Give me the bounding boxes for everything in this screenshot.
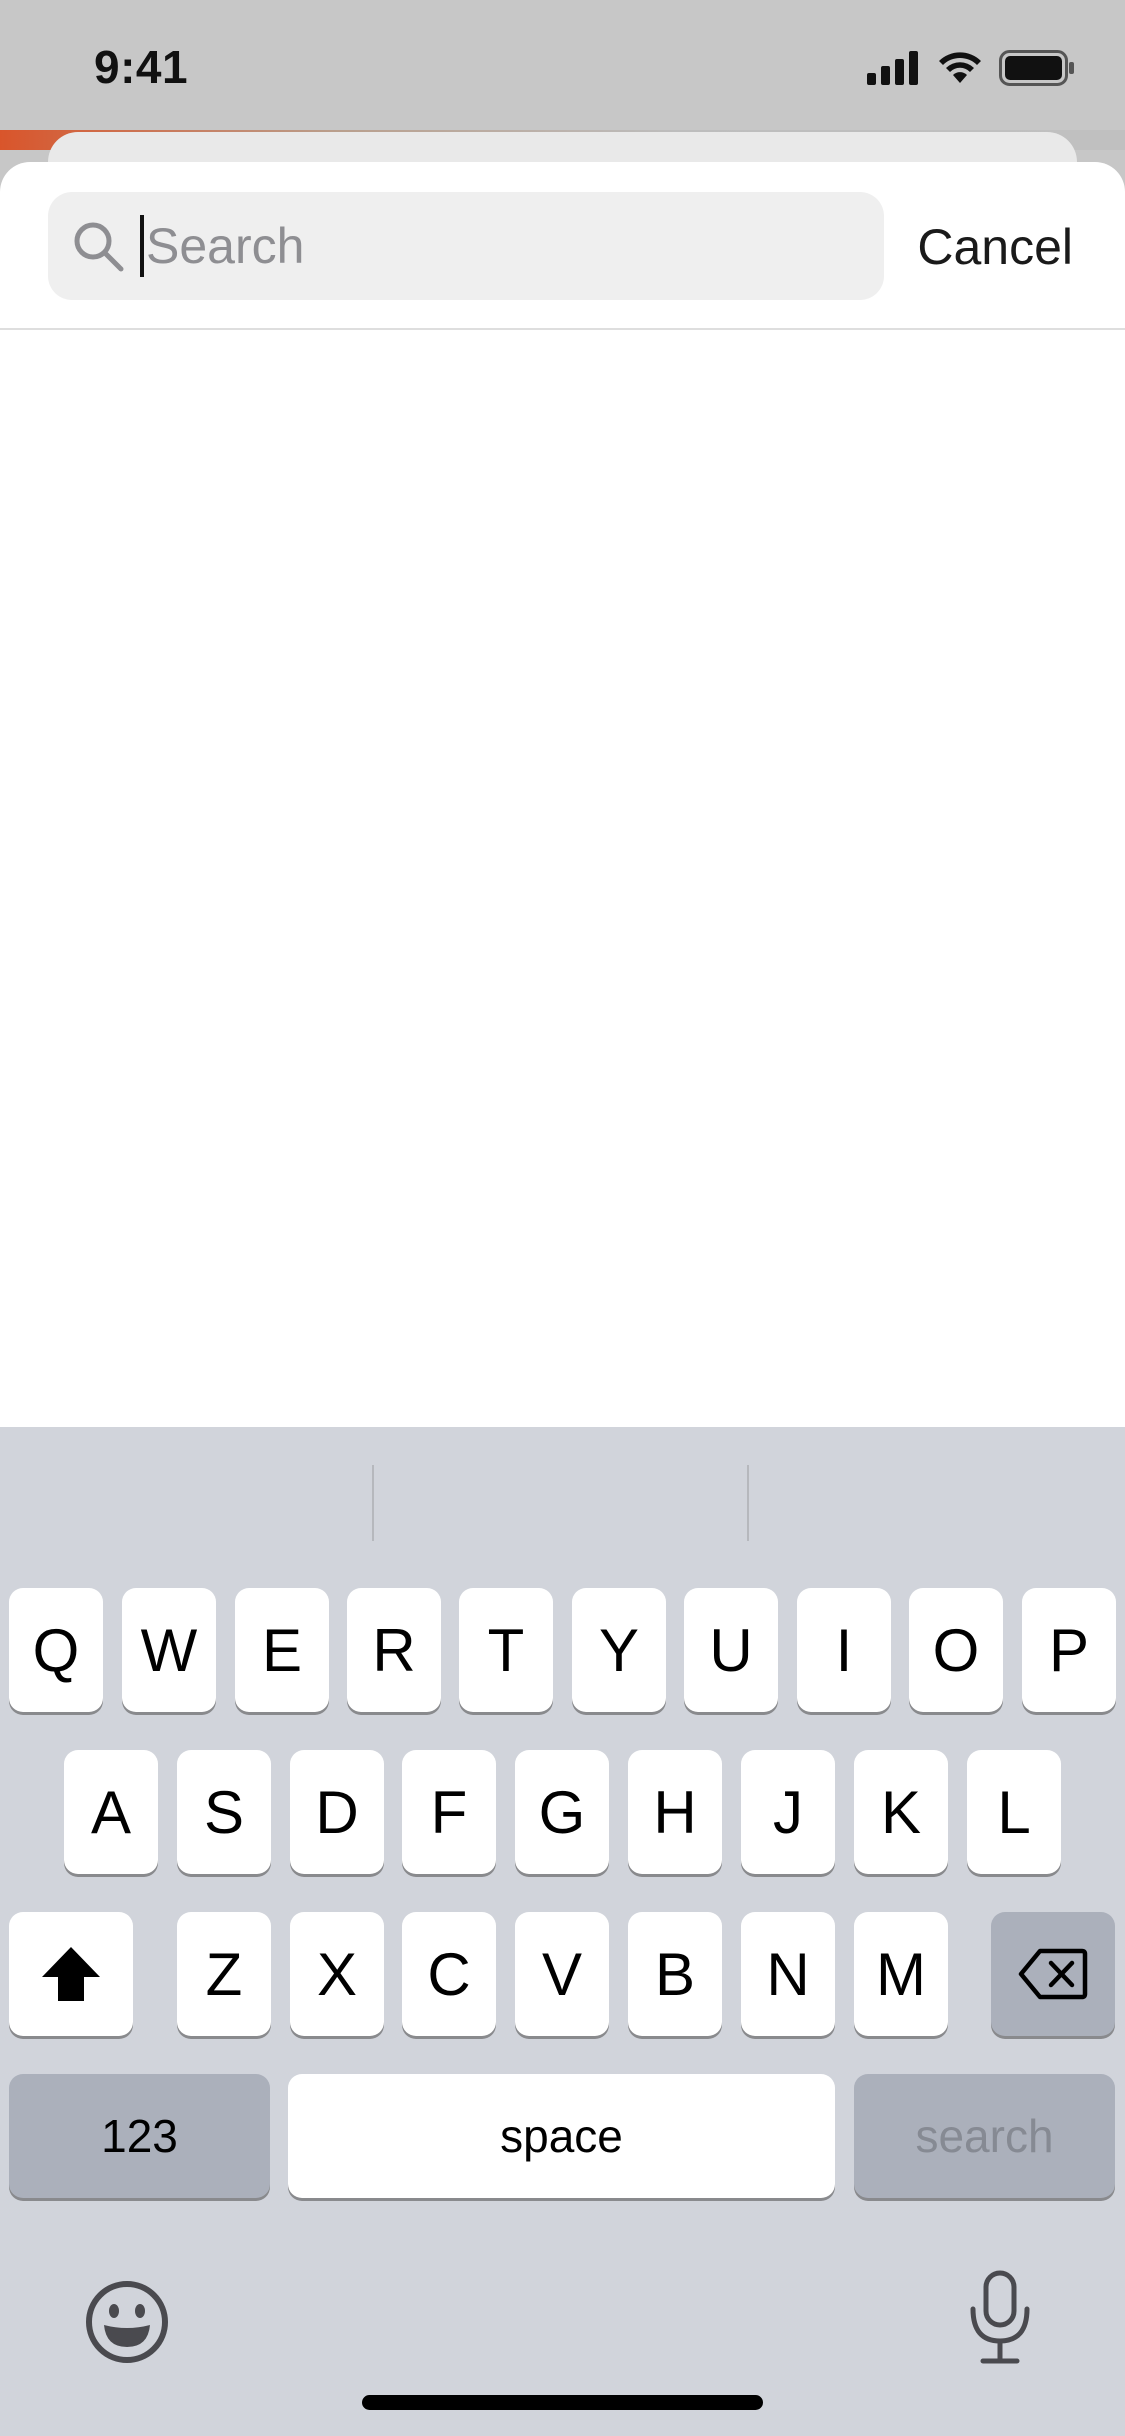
status-time: 9:41	[94, 41, 189, 93]
key-y[interactable]: Y	[572, 1588, 666, 1712]
status-icons	[867, 50, 1075, 86]
key-l[interactable]: L	[967, 1750, 1061, 1874]
space-key[interactable]: space	[288, 2074, 835, 2198]
key-p[interactable]: P	[1022, 1588, 1116, 1712]
shift-icon	[42, 1947, 100, 2001]
key-f[interactable]: F	[402, 1750, 496, 1874]
home-indicator[interactable]	[362, 2395, 763, 2410]
wifi-icon	[939, 52, 981, 83]
emoji-icon	[86, 2281, 168, 2363]
key-i[interactable]: I	[797, 1588, 891, 1712]
search-field[interactable]	[48, 192, 884, 300]
numbers-key[interactable]: 123	[9, 2074, 270, 2198]
search-header: Cancel	[0, 162, 1125, 330]
key-m[interactable]: M	[854, 1912, 948, 2036]
key-a[interactable]: A	[64, 1750, 158, 1874]
key-z[interactable]: Z	[177, 1912, 271, 2036]
key-v[interactable]: V	[515, 1912, 609, 2036]
key-j[interactable]: J	[741, 1750, 835, 1874]
emoji-button[interactable]	[82, 2277, 172, 2367]
key-x[interactable]: X	[290, 1912, 384, 2036]
key-w[interactable]: W	[122, 1588, 216, 1712]
delete-key[interactable]	[991, 1912, 1115, 2036]
key-o[interactable]: O	[909, 1588, 1003, 1712]
cancel-button[interactable]: Cancel	[917, 218, 1073, 276]
cellular-signal-icon	[867, 51, 918, 85]
key-e[interactable]: E	[235, 1588, 329, 1712]
key-n[interactable]: N	[741, 1912, 835, 2036]
key-g[interactable]: G	[515, 1750, 609, 1874]
shift-key[interactable]	[9, 1912, 133, 2036]
keyboard: Q W E R T Y U I O P A S D F G H J K L Z …	[0, 1427, 1125, 2436]
search-input[interactable]	[146, 217, 846, 275]
key-b[interactable]: B	[628, 1912, 722, 2036]
status-bar: 9:41	[0, 0, 1125, 132]
predictive-divider	[747, 1465, 749, 1541]
key-d[interactable]: D	[290, 1750, 384, 1874]
delete-icon	[1018, 1948, 1088, 2000]
dictation-button[interactable]	[955, 2267, 1045, 2367]
text-cursor	[140, 215, 144, 277]
predictive-bar	[0, 1427, 1125, 1577]
key-t[interactable]: T	[459, 1588, 553, 1712]
key-q[interactable]: Q	[9, 1588, 103, 1712]
key-s[interactable]: S	[177, 1750, 271, 1874]
predictive-divider	[372, 1465, 374, 1541]
search-return-key[interactable]: search	[854, 2074, 1115, 2198]
microphone-icon	[970, 2270, 1030, 2364]
search-sheet: Cancel	[0, 162, 1125, 1427]
battery-icon	[999, 50, 1074, 86]
key-h[interactable]: H	[628, 1750, 722, 1874]
key-u[interactable]: U	[684, 1588, 778, 1712]
search-icon	[70, 218, 126, 274]
key-k[interactable]: K	[854, 1750, 948, 1874]
key-r[interactable]: R	[347, 1588, 441, 1712]
key-c[interactable]: C	[402, 1912, 496, 2036]
